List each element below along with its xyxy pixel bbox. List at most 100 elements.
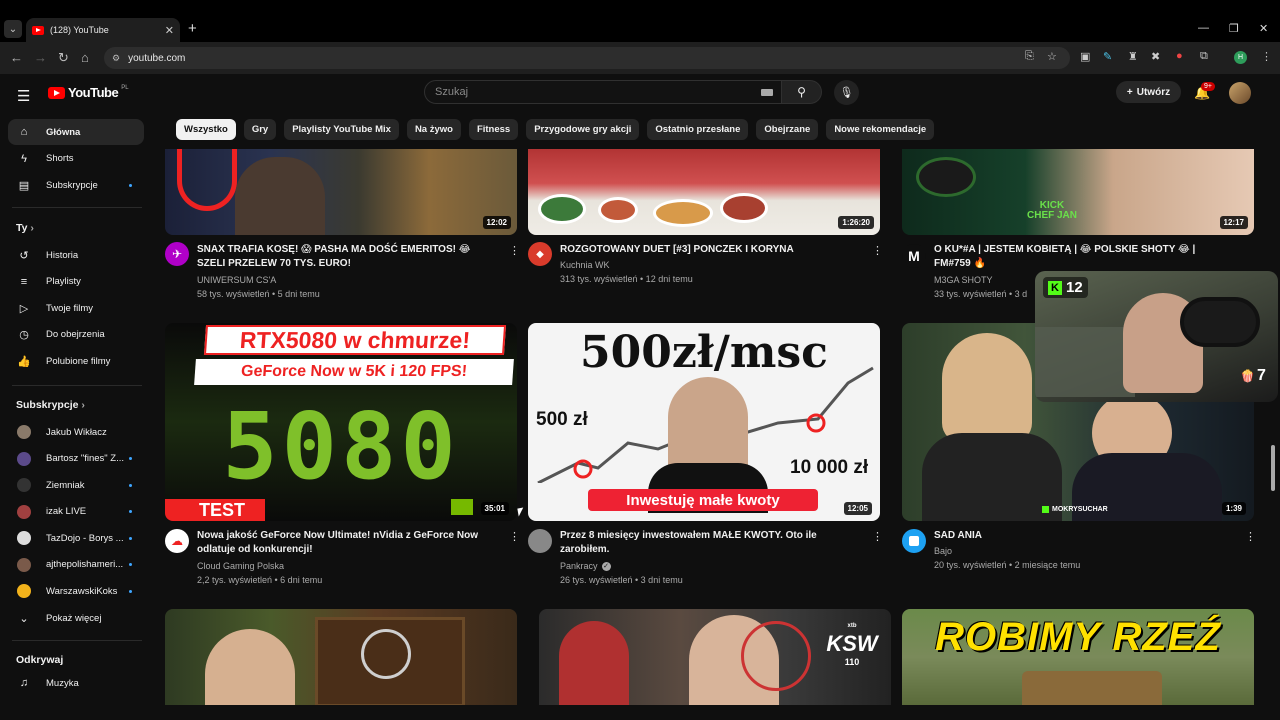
new-tab-icon[interactable]: + <box>188 20 197 37</box>
site-info-icon[interactable]: ⚙ <box>112 53 120 64</box>
extension-2-icon[interactable]: ✎ <box>1103 50 1112 63</box>
video-thumbnail[interactable]: 500zł/msc 500 zł 10 000 zł Inwestuję mał… <box>528 323 880 521</box>
sidebar-item[interactable]: WarszawskiKoks <box>8 578 144 604</box>
page-scrollbar[interactable] <box>1271 445 1275 491</box>
minimize-icon[interactable]: — <box>1198 22 1209 34</box>
video-thumbnail[interactable]: ROBIMY RZEŹ <box>902 609 1254 705</box>
sidebar-item[interactable]: Ziemniak <box>8 472 144 498</box>
more-options-icon[interactable]: ⋮ <box>509 244 520 257</box>
sidebar-item[interactable]: ◷ Do obejrzenia <box>8 322 144 348</box>
channel-name[interactable]: Kuchnia WK <box>560 258 610 273</box>
thumbnail-circle <box>741 621 811 691</box>
more-options-icon[interactable]: ⋮ <box>509 530 520 543</box>
sidebar-item[interactable]: ▷ Twoje filmy <box>8 295 144 321</box>
channel-name[interactable]: Cloud Gaming Polska <box>197 559 284 574</box>
video-thumbnail[interactable]: 1:26:20 <box>528 149 880 235</box>
maximize-icon[interactable]: ❐ <box>1229 22 1239 35</box>
tab-close-icon[interactable]: ✕ <box>165 24 174 37</box>
video-title[interactable]: Nowa jakość GeForce Now Ultimate! nVidia… <box>197 529 492 557</box>
home-browser-icon[interactable]: ⌂ <box>81 50 89 65</box>
extensions-puzzle-icon[interactable]: ⧉ <box>1200 50 1208 63</box>
sidebar-item[interactable]: TazDojo - Borys ... <box>8 525 144 551</box>
sidebar-item[interactable]: Jakub Wikłacz <box>8 419 144 445</box>
channel-avatar[interactable]: ✈ <box>165 242 189 266</box>
forward-icon[interactable]: → <box>34 50 47 65</box>
sidebar-item[interactable]: izak LIVE <box>8 499 144 525</box>
sidebar-item[interactable]: ajthepolishameri... <box>8 552 144 578</box>
video-thumbnail[interactable]: xtb KSW 110 <box>539 609 891 705</box>
address-bar[interactable]: ⚙ youtube.com <box>104 47 1070 69</box>
video-title[interactable]: SAD ANIA <box>934 529 1224 543</box>
filter-chip[interactable]: Wszystko <box>176 119 236 140</box>
sidebar-item-label: TazDojo - Borys ... <box>46 532 124 544</box>
more-options-icon[interactable]: ⋮ <box>1245 530 1256 543</box>
filter-chip[interactable]: Przygodowe gry akcji <box>526 119 640 140</box>
channel-name[interactable]: M3GA SHOTY <box>934 273 993 288</box>
back-icon[interactable]: ← <box>10 50 23 65</box>
voice-search-button[interactable]: 🎙 <box>834 80 859 105</box>
channel-avatar[interactable]: ☁ <box>165 529 189 553</box>
video-duration: 1:26:20 <box>838 216 874 229</box>
extension-1-icon[interactable]: ▣ <box>1080 50 1090 63</box>
video-thumbnail[interactable]: KICK CHEF JAN 12:17 <box>902 149 1254 235</box>
close-window-icon[interactable]: ✕ <box>1259 22 1268 35</box>
video-title[interactable]: O KU*#A | JESTEM KOBIETĄ | 😂 POLSKIE SHO… <box>934 243 1234 271</box>
filter-chip[interactable]: Obejrzane <box>756 119 819 140</box>
filter-chip[interactable]: Ostatnio przesłane <box>647 119 749 140</box>
video-thumbnail[interactable] <box>165 609 517 705</box>
sidebar-item[interactable]: ϟ Shorts <box>8 146 144 172</box>
reload-icon[interactable]: ↻ <box>58 50 69 66</box>
extension-4-icon[interactable]: ● <box>1176 50 1183 62</box>
browser-tab[interactable]: (128) YouTube ✕ <box>26 18 180 42</box>
show-more-button[interactable]: ⌄ Pokaż więcej <box>8 605 144 631</box>
sidebar-item[interactable]: ▤ Subskrypcje <box>8 172 144 198</box>
video-title[interactable]: SNAX TRAFIA KOSĘ! 😱 PASHA MA DOŚĆ EMERIT… <box>197 243 487 271</box>
sidebar-section-heading[interactable]: Subskrypcje › <box>16 399 85 411</box>
more-options-icon[interactable]: ⋮ <box>872 244 883 257</box>
video-title[interactable]: Przez 8 miesięcy inwestowałem MAŁE KWOTY… <box>560 529 850 557</box>
filter-chip[interactable]: Fitness <box>468 119 519 140</box>
extension-3-icon[interactable]: ♜ <box>1128 50 1138 63</box>
channel-name[interactable]: UNIWERSUM CS'A <box>197 273 276 288</box>
tab-search-icon[interactable]: ⌄ <box>4 20 22 38</box>
filter-chip[interactable]: Gry <box>243 119 277 140</box>
channel-avatar[interactable] <box>902 529 926 553</box>
bookmark-star-icon[interactable]: ☆ <box>1047 50 1057 63</box>
video-thumbnail[interactable]: 12:02 <box>165 149 517 235</box>
sidebar-item[interactable]: ≡ Playlisty <box>8 269 144 295</box>
install-app-icon[interactable]: ⎘ <box>1025 50 1034 63</box>
sidebar-item[interactable]: Bartosz "fines" Z... <box>8 446 144 472</box>
channel-avatar[interactable]: ◆ <box>528 242 552 266</box>
mute-extension-icon[interactable]: ✖ <box>1151 50 1160 63</box>
channel-name[interactable]: Bajo <box>934 544 952 559</box>
kick-count: 12 <box>1066 279 1083 296</box>
keyboard-icon[interactable] <box>761 88 773 96</box>
browser-menu-icon[interactable]: ⋮ <box>1261 50 1272 63</box>
sidebar-item[interactable]: 👍 Polubione filmy <box>8 348 144 374</box>
create-button[interactable]: + Utwórz <box>1116 81 1181 103</box>
sidebar-item[interactable]: ↺ Historia <box>8 242 144 268</box>
filter-chip[interactable]: Playlisty YouTube Mix <box>284 119 399 140</box>
video-title[interactable]: ROZGOTOWANY DUET [#3] PONCZEK I KORYNA <box>560 243 860 257</box>
sidebar-section-heading[interactable]: Ty › <box>16 222 34 234</box>
subscriptions-icon: ▤ <box>18 179 30 192</box>
search-input[interactable]: Szukaj <box>424 80 782 104</box>
channel-avatar[interactable] <box>528 529 552 553</box>
channel-avatar[interactable]: M <box>902 244 926 268</box>
channel-name[interactable]: Pankracy <box>560 559 598 574</box>
section-heading-text: Subskrypcje <box>16 399 79 411</box>
more-options-icon[interactable]: ⋮ <box>872 530 883 543</box>
thumbnail-person <box>235 157 325 235</box>
search-button[interactable]: ⚲ <box>782 80 822 104</box>
sidebar-item[interactable]: ⌂ Główna <box>8 119 144 145</box>
profile-avatar[interactable]: H <box>1234 51 1247 64</box>
menu-icon[interactable]: ☰ <box>17 87 30 105</box>
subscription-avatar <box>17 425 31 439</box>
account-avatar[interactable] <box>1229 82 1251 104</box>
filter-chip[interactable]: Nowe rekomendacje <box>826 119 935 140</box>
new-content-dot <box>129 483 132 487</box>
video-thumbnail[interactable]: RTX5080 w chmurze! GeForce Now w 5K i 12… <box>165 323 517 521</box>
filter-chip[interactable]: Na żywo <box>406 119 461 140</box>
youtube-logo[interactable]: YouTube PL <box>48 85 129 100</box>
sidebar-item[interactable]: ♫ Muzyka <box>8 670 144 696</box>
